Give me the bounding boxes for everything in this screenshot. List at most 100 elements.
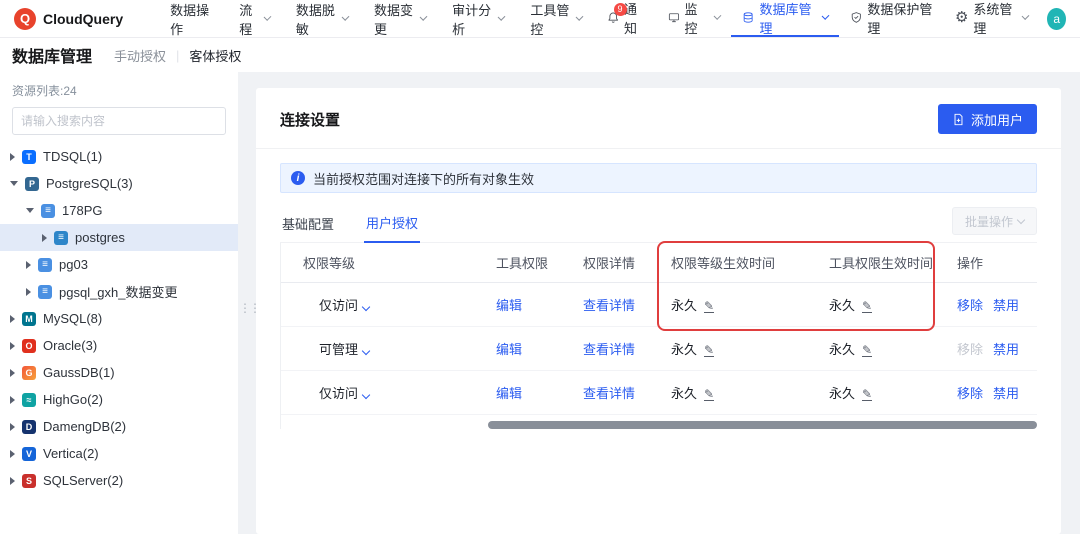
tree-item[interactable]: postgres <box>0 224 238 251</box>
info-icon: i <box>291 171 305 185</box>
edit-icon[interactable]: ✎ <box>704 301 714 313</box>
top-navbar: Q CloudQuery 数据操作 流程 数据脱敏 数据变更 <box>0 0 1080 38</box>
user-avatar[interactable]: a <box>1047 8 1066 30</box>
tool-permission-edit-link[interactable]: 编辑 <box>496 342 522 357</box>
nav-item[interactable]: 流程 <box>226 0 283 37</box>
mysql-icon <box>22 312 36 326</box>
link-manual-authorization[interactable]: 手动授权 <box>114 46 166 65</box>
nav-item[interactable]: 数据操作 <box>157 0 226 37</box>
tree-item[interactable]: pg03 <box>0 251 238 278</box>
chevron-down-icon <box>1022 12 1030 20</box>
tree-caret-icon[interactable] <box>42 234 47 242</box>
tree-item[interactable]: Oracle(3) <box>0 332 238 359</box>
tree-caret-icon[interactable] <box>26 261 31 269</box>
nav-item[interactable]: 审计分析 <box>439 0 517 37</box>
permission-detail-link[interactable]: 查看详情 <box>583 298 635 313</box>
tree-caret-icon[interactable] <box>10 153 15 161</box>
chevron-down-icon <box>362 391 370 399</box>
page-title: 数据库管理 <box>12 43 92 67</box>
tree-item[interactable]: SQLServer(2) <box>0 467 238 494</box>
tree-item[interactable]: DamengDB(2) <box>0 413 238 440</box>
tool-permission-edit-link[interactable]: 编辑 <box>496 386 522 401</box>
conn-icon <box>38 258 52 272</box>
divider: | <box>176 48 179 63</box>
sqlserver-icon <box>22 474 36 488</box>
edit-icon[interactable]: ✎ <box>862 301 872 313</box>
edit-icon[interactable]: ✎ <box>862 345 872 357</box>
tree-caret-icon[interactable] <box>10 396 15 404</box>
chevron-down-icon <box>362 347 370 355</box>
tree-item[interactable]: GaussDB(1) <box>0 359 238 386</box>
tree-caret-icon[interactable] <box>10 315 15 323</box>
nav-right-cluster: 9 通知 监控 数据库管理 数据保护管理 ⚙ 系统管理 a <box>596 0 1067 37</box>
permission-level-select[interactable]: 可管理 <box>319 342 369 357</box>
nav-item[interactable]: 数据脱敏 <box>283 0 361 37</box>
tree-caret-icon[interactable] <box>26 288 31 296</box>
tab-basic-config[interactable]: 基础配置 <box>280 206 336 242</box>
page-subheader: 数据库管理 手动授权 | 客体授权 <box>0 38 1080 72</box>
link-object-authorization[interactable]: 客体授权 <box>189 46 241 65</box>
tab-user-authorization[interactable]: 用户授权 <box>364 205 420 243</box>
nav-system-management[interactable]: ⚙ 系统管理 <box>944 0 1039 37</box>
table-row: 仅访问 编辑 查看详情 永久✎ 永久✎ 移除禁用 <box>281 371 1037 415</box>
table-header-cell: 权限等级 <box>281 253 476 272</box>
tree-item[interactable]: TDSQL(1) <box>0 143 238 170</box>
table-body: 仅访问 编辑 查看详情 永久✎ 永久✎ 移除禁用 可管理 编辑 查看详情 <box>281 283 1037 415</box>
remove-link[interactable]: 移除 <box>957 386 983 401</box>
tree-caret-icon[interactable] <box>26 208 34 213</box>
tree-caret-icon[interactable] <box>10 423 15 431</box>
tree-item[interactable]: 178PG <box>0 197 238 224</box>
connection-settings-card: 连接设置 添加用户 i 当前授权范围对连接下的所有对象生效 基础配置 用户授权 … <box>256 88 1061 534</box>
dbleaf-icon <box>54 231 68 245</box>
tree-item[interactable]: HighGo(2) <box>0 386 238 413</box>
remove-link[interactable]: 移除 <box>957 298 983 313</box>
brand[interactable]: Q CloudQuery <box>14 0 123 37</box>
highgo-icon <box>22 393 36 407</box>
damengdb-icon <box>22 420 36 434</box>
tree-caret-icon[interactable] <box>10 369 15 377</box>
tree-item[interactable]: MySQL(8) <box>0 305 238 332</box>
disable-link[interactable]: 禁用 <box>993 386 1019 401</box>
search-input[interactable] <box>12 107 226 135</box>
tree-caret-icon[interactable] <box>10 477 15 485</box>
chevron-down-icon <box>342 13 350 21</box>
tree-caret-icon[interactable] <box>10 181 18 186</box>
remove-link[interactable]: 移除 <box>957 342 983 357</box>
nav-data-protection[interactable]: 数据保护管理 <box>839 0 944 37</box>
tree-caret-icon[interactable] <box>10 342 15 350</box>
tree-item[interactable]: Vertica(2) <box>0 440 238 467</box>
tree-item[interactable]: pgsql_gxh_数据变更 <box>0 278 238 305</box>
permission-detail-link[interactable]: 查看详情 <box>583 386 635 401</box>
chevron-down-icon <box>576 13 584 21</box>
add-user-button[interactable]: 添加用户 <box>938 104 1037 134</box>
permission-detail-link[interactable]: 查看详情 <box>583 342 635 357</box>
edit-icon[interactable]: ✎ <box>704 389 714 401</box>
edit-icon[interactable]: ✎ <box>704 345 714 357</box>
nav-item[interactable]: 数据变更 <box>361 0 439 37</box>
batch-operation-button[interactable]: 批量操作 <box>952 207 1037 235</box>
scrollbar-thumb[interactable] <box>488 421 1037 429</box>
disable-link[interactable]: 禁用 <box>993 298 1019 313</box>
resource-sidebar: 资源列表:24 TDSQL(1) PostgreSQL(3) <box>0 72 238 534</box>
nav-item[interactable]: 工具管控 <box>517 0 595 37</box>
notice-text: 当前授权范围对连接下的所有对象生效 <box>313 169 534 188</box>
tree-caret-icon[interactable] <box>10 450 15 458</box>
disable-link[interactable]: 禁用 <box>993 342 1019 357</box>
resource-tree: TDSQL(1) PostgreSQL(3) 178PG <box>0 143 238 494</box>
table-row: 仅访问 编辑 查看详情 永久✎ 永久✎ 移除禁用 <box>281 283 1037 327</box>
tabs: 基础配置 用户授权 批量操作 <box>280 205 1037 243</box>
tree-item[interactable]: PostgreSQL(3) <box>0 170 238 197</box>
oracle-icon <box>22 339 36 353</box>
card-title: 连接设置 <box>280 109 340 130</box>
chevron-down-icon <box>821 12 829 20</box>
panel-resize-handle[interactable]: ⋮⋮ <box>239 302 259 315</box>
edit-icon[interactable]: ✎ <box>862 389 872 401</box>
notification-item[interactable]: 9 通知 <box>596 0 657 37</box>
monitor-icon <box>668 10 680 25</box>
nav-database-management[interactable]: 数据库管理 <box>731 0 839 37</box>
permission-level-select[interactable]: 仅访问 <box>319 386 369 401</box>
permission-level-select[interactable]: 仅访问 <box>319 298 369 313</box>
tool-permission-edit-link[interactable]: 编辑 <box>496 298 522 313</box>
monitor-item[interactable]: 监控 <box>657 0 732 37</box>
postgresql-icon <box>25 177 39 191</box>
